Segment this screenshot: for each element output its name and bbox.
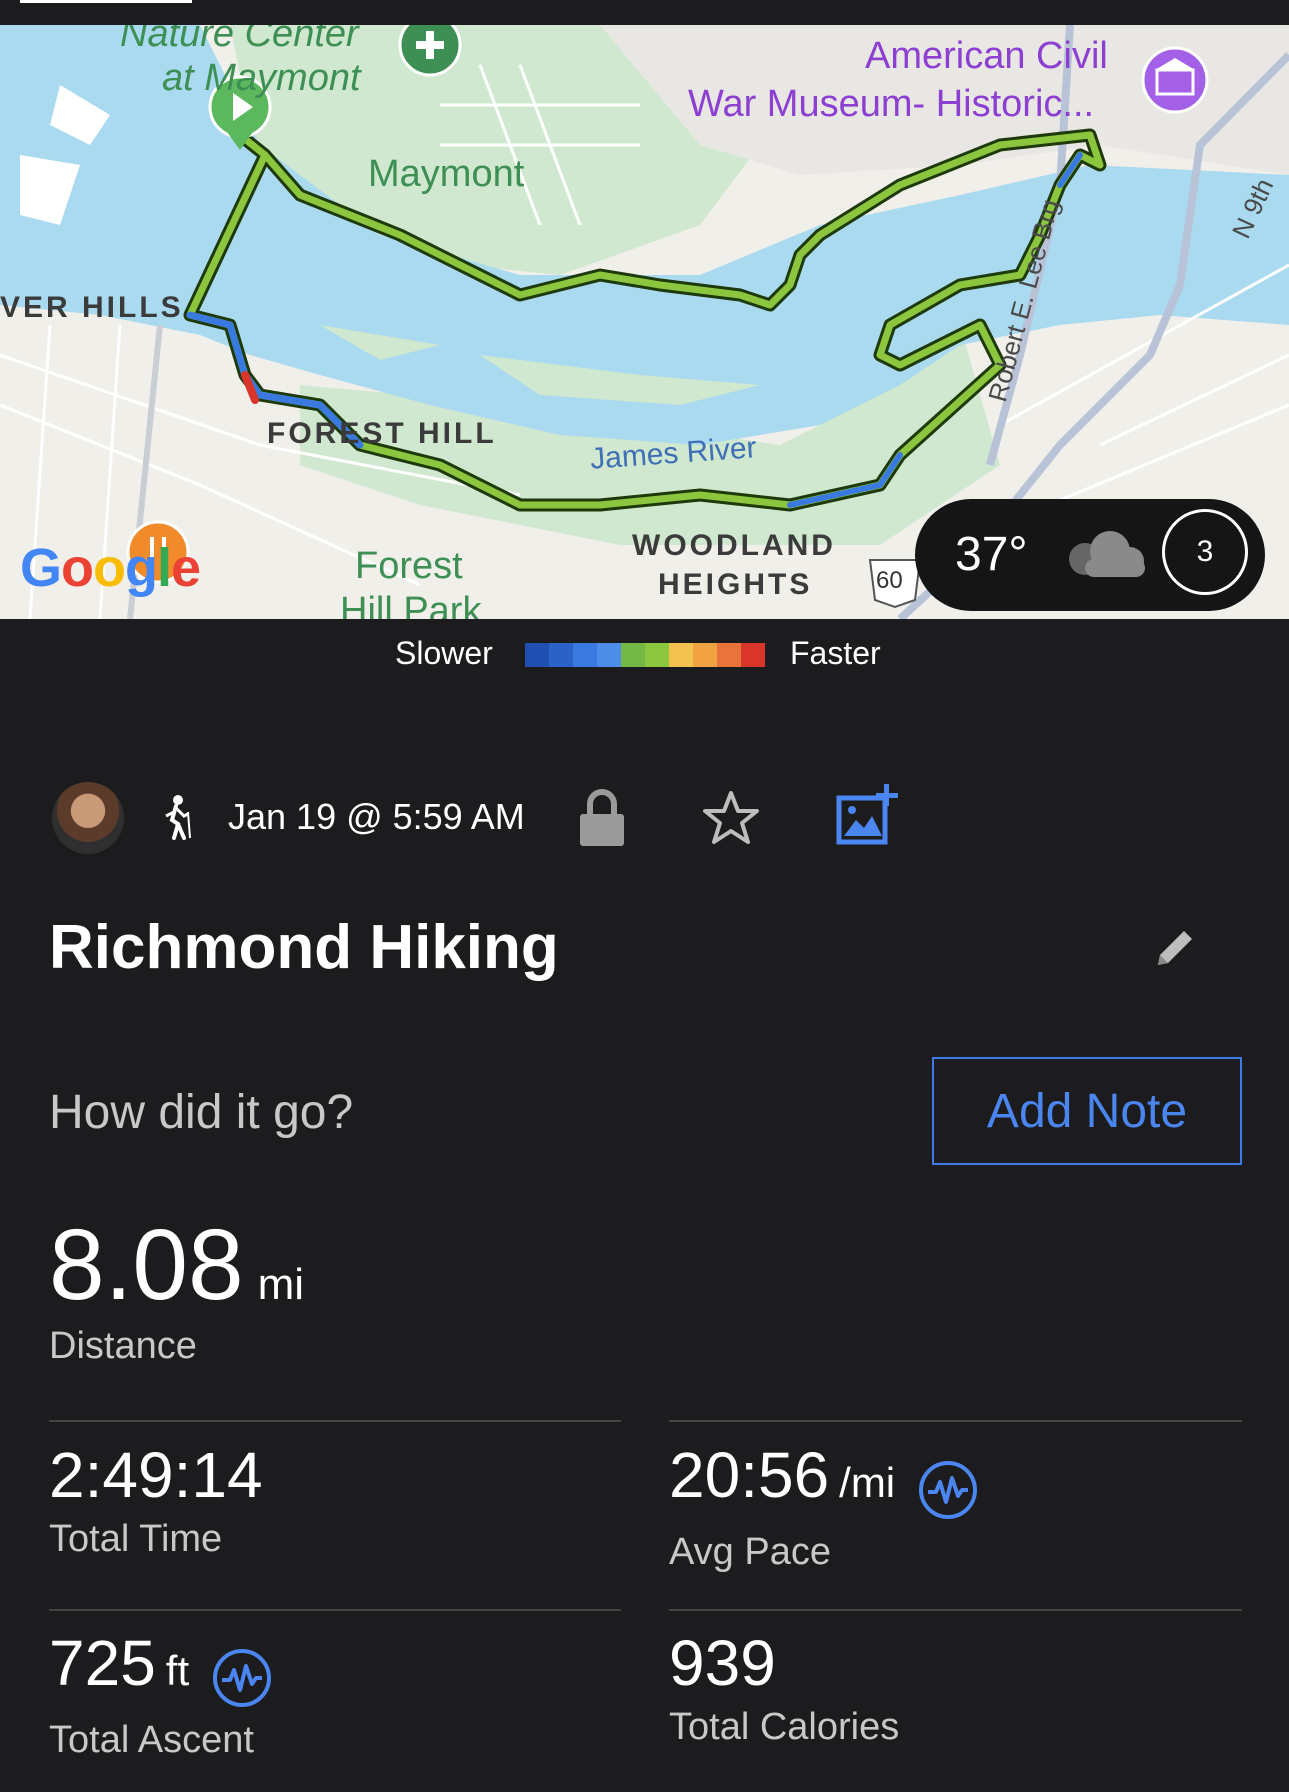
avg-pace-unit: /mi <box>839 1459 896 1506</box>
avg-pace-stat: 20:56/mi Avg Pace <box>669 1438 978 1574</box>
map-label-river-hills: VER HILLS <box>0 291 184 324</box>
legend-color-bar <box>525 643 765 667</box>
distance-label: Distance <box>49 1325 197 1367</box>
total-ascent-value: 725 <box>49 1627 156 1699</box>
add-photo-icon[interactable] <box>836 784 900 851</box>
map-label-heights: HEIGHTS <box>658 568 813 601</box>
map-label-maymont: Maymont <box>368 153 525 195</box>
distance-value: 8.08 <box>49 1209 244 1321</box>
pace-chart-icon[interactable] <box>918 1460 978 1525</box>
total-calories-stat: 939 Total Calories <box>669 1626 899 1749</box>
total-calories-label: Total Calories <box>669 1706 900 1748</box>
map-label-forest-hill-park-2: Hill Park <box>340 590 482 619</box>
status-indicator <box>20 0 192 3</box>
pace-legend: Slower Faster <box>0 630 1289 680</box>
distance-unit: mi <box>257 1260 305 1309</box>
note-prompt: How did it go? <box>49 1086 354 1139</box>
add-note-button[interactable]: Add Note <box>932 1057 1242 1165</box>
distance-stat: 8.08 mi <box>49 1208 304 1323</box>
map-label-museum-2: War Museum- Historic... <box>688 83 1095 125</box>
uv-index-dial: 3 <box>1162 509 1248 595</box>
legend-slower: Slower <box>395 635 493 671</box>
route-60-label: 60 <box>876 567 903 594</box>
star-icon[interactable] <box>702 790 760 851</box>
uv-index-value: 3 <box>1196 535 1214 568</box>
status-bar <box>0 0 1289 25</box>
google-logo: Google <box>20 538 201 598</box>
total-ascent-stat: 725 ft Total Ascent <box>49 1626 272 1762</box>
total-ascent-label: Total Ascent <box>49 1719 254 1762</box>
map-label-nature-center: Nature Center <box>120 25 359 55</box>
avg-pace-label: Avg Pace <box>669 1531 831 1574</box>
map-label-forest-hill: FOREST HILL <box>267 417 497 450</box>
hiker-icon <box>160 794 194 845</box>
elevation-chart-icon[interactable] <box>212 1648 272 1713</box>
weather-temperature: 37° <box>955 528 1028 581</box>
map-label-woodland: WOODLAND <box>632 529 836 562</box>
activity-meta-row: Jan 19 @ 5:59 AM <box>0 782 1289 854</box>
total-time-label: Total Time <box>49 1518 223 1560</box>
weather-widget: 37° 3 <box>915 499 1265 611</box>
divider <box>49 1609 621 1611</box>
legend-faster: Faster <box>790 635 881 671</box>
lock-icon[interactable] <box>578 788 626 853</box>
divider <box>669 1609 1242 1611</box>
map-label-forest-hill-park: Forest <box>355 545 463 587</box>
total-time-stat: 2:49:14 Total Time <box>49 1438 263 1561</box>
divider <box>49 1420 621 1422</box>
activity-title: Richmond Hiking <box>49 913 559 982</box>
pencil-icon[interactable] <box>1152 925 1198 976</box>
divider <box>669 1420 1242 1422</box>
total-calories-value: 939 <box>669 1627 776 1699</box>
map-label-nature-center-2: at Maymont <box>162 57 361 99</box>
activity-map[interactable]: Nature Center at Maymont Maymont America… <box>0 25 1289 619</box>
avg-pace-value: 20:56 <box>669 1439 830 1511</box>
total-time-value: 2:49:14 <box>49 1439 263 1511</box>
total-ascent-unit: ft <box>165 1647 190 1694</box>
map-label-museum: American Civil <box>865 35 1108 77</box>
avatar[interactable] <box>52 782 124 854</box>
activity-date: Jan 19 @ 5:59 AM <box>228 796 525 837</box>
